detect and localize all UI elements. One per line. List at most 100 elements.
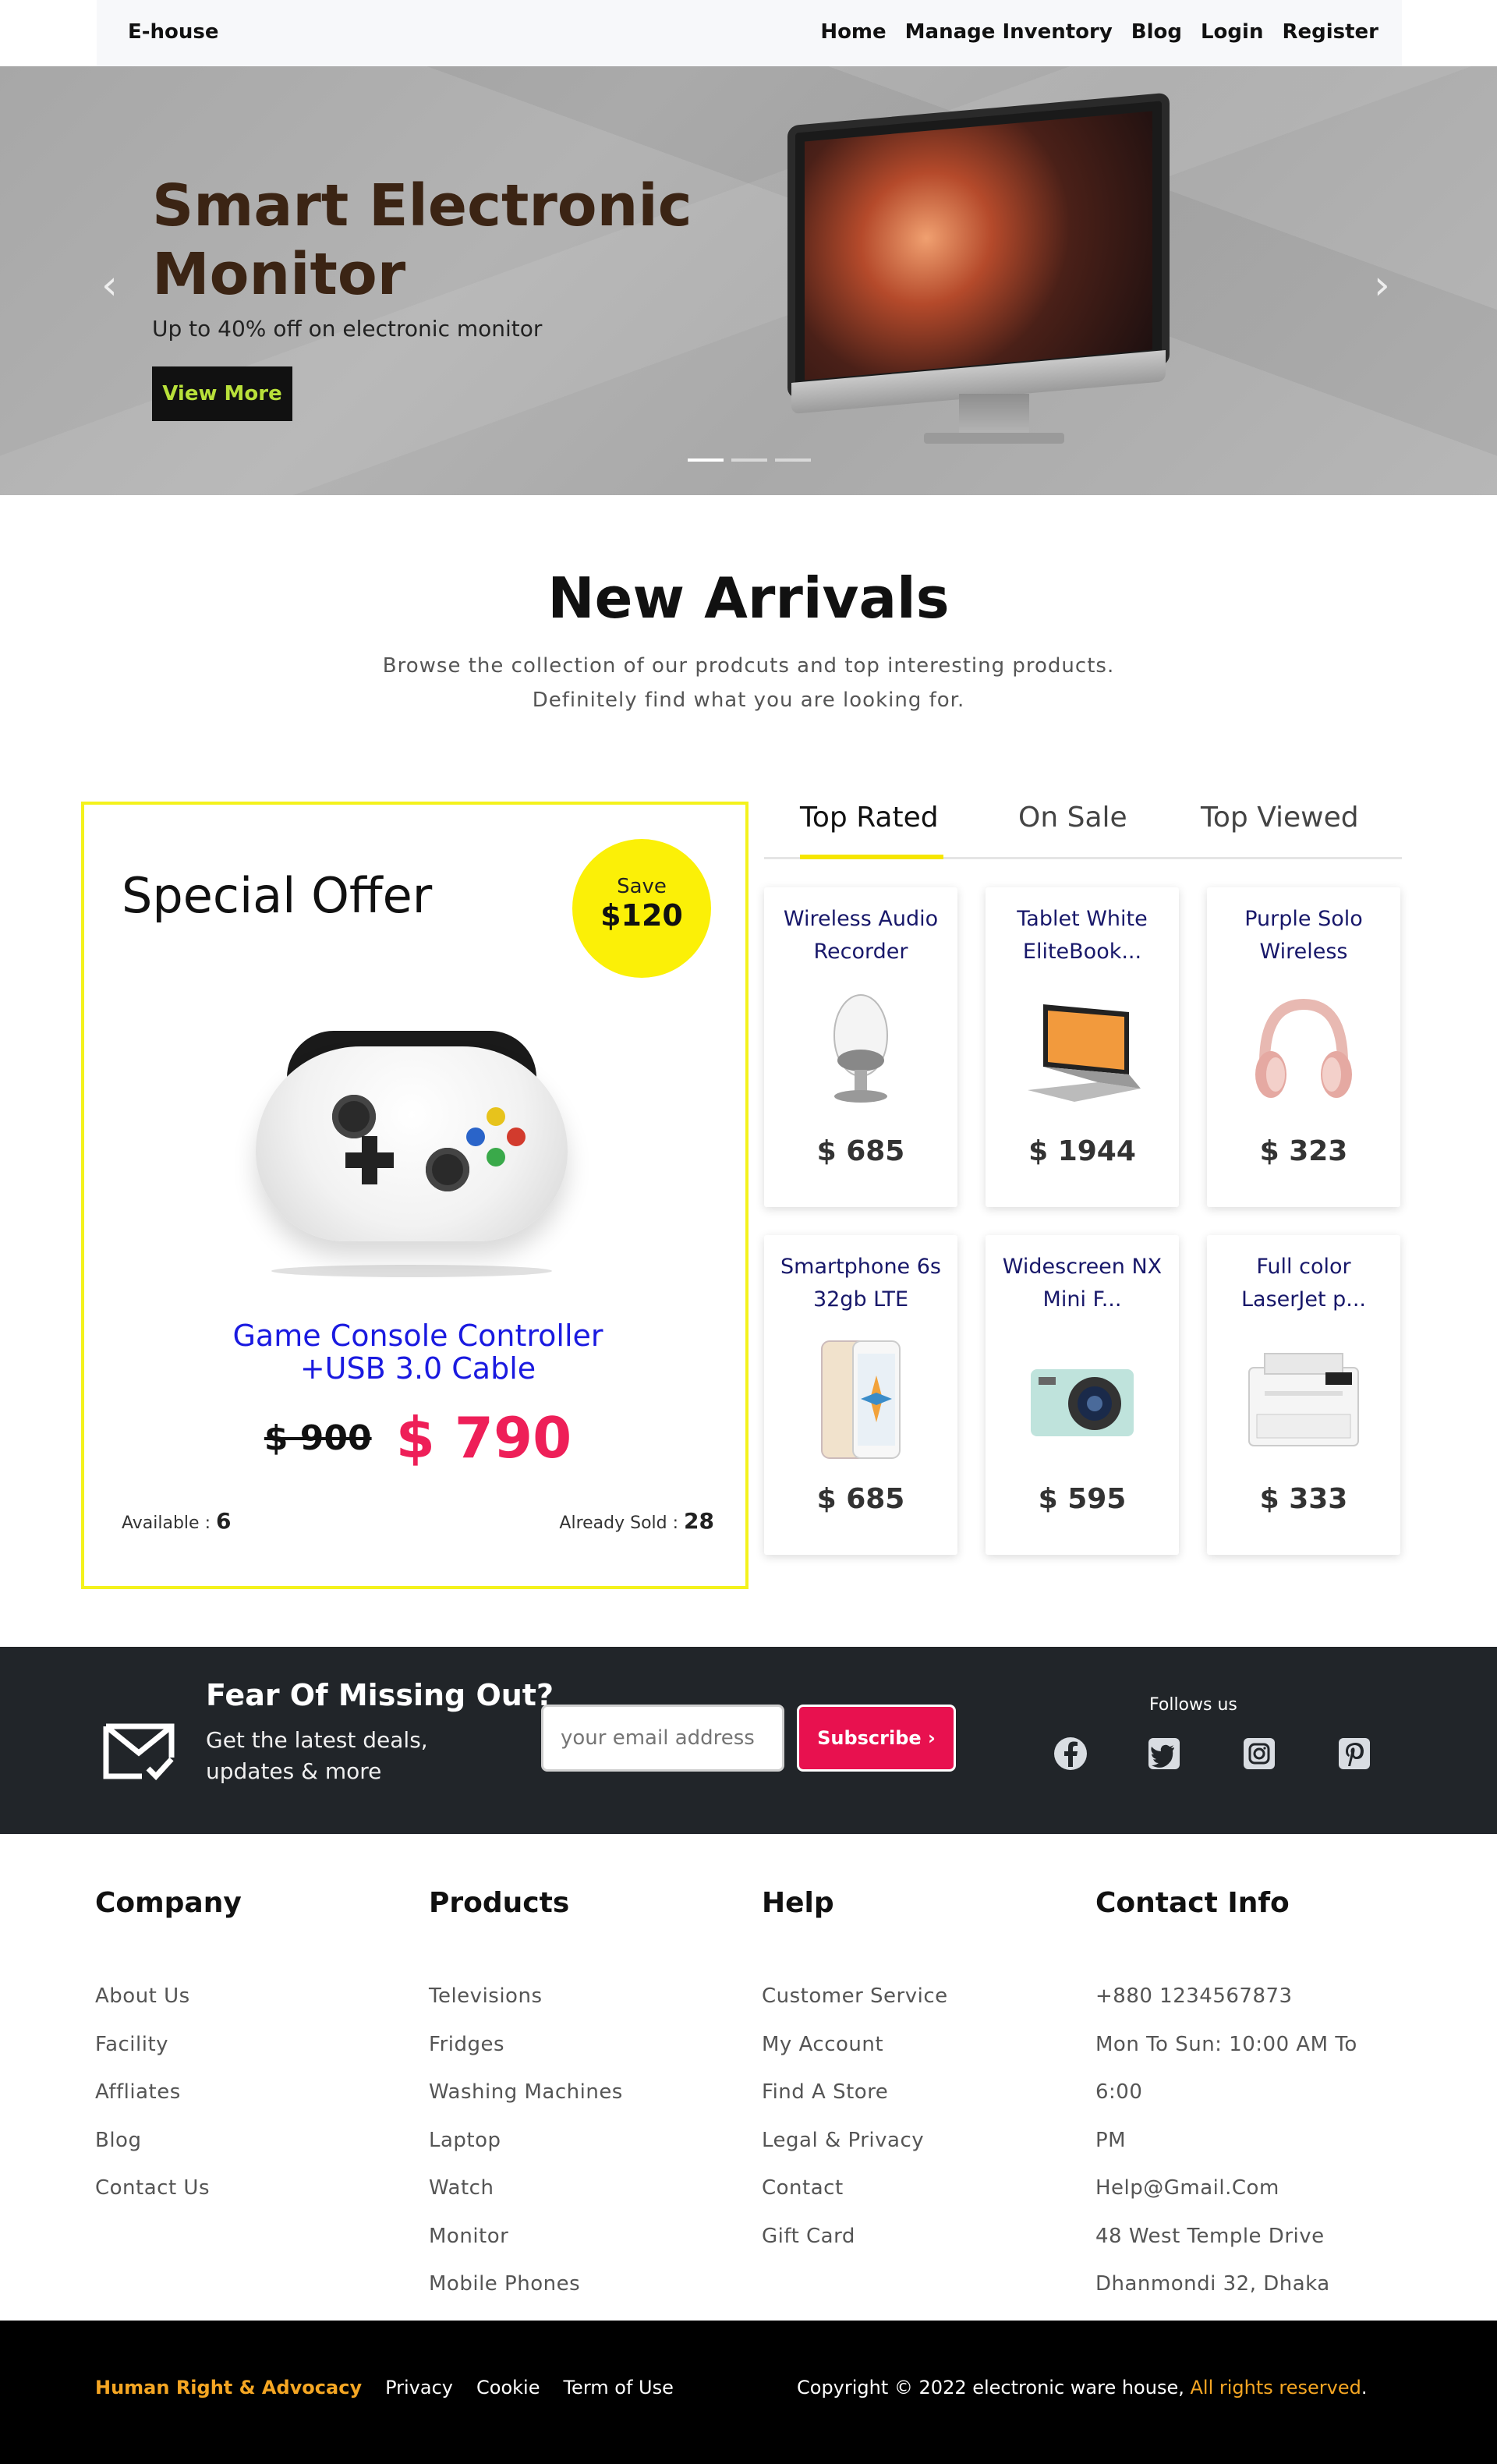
contact-email[interactable]: Help@Gmail.Com xyxy=(1095,2165,1407,2213)
product-title: Widescreen NX Mini F... xyxy=(1002,1255,1163,1312)
pinterest-icon[interactable] xyxy=(1336,1736,1372,1772)
save-badge: Save $120 xyxy=(572,839,711,978)
footer-link[interactable]: My Account xyxy=(762,2021,1074,2069)
carousel-prev-icon[interactable]: ‹ xyxy=(101,265,118,306)
game-controller-image xyxy=(240,1015,583,1280)
privacy-link[interactable]: Privacy xyxy=(385,2377,453,2399)
footer-link[interactable]: Washing Machines xyxy=(429,2069,741,2117)
footer-link[interactable]: Find A Store xyxy=(762,2069,1074,2117)
laptop-image xyxy=(1028,1004,1141,1102)
footer-link[interactable]: Contact Us xyxy=(95,2165,407,2213)
new-arrivals-description: Browse the collection of our prodcuts an… xyxy=(0,649,1497,717)
footer-link[interactable]: Affliates xyxy=(95,2069,407,2117)
email-input[interactable] xyxy=(541,1705,784,1772)
product-tabs: Top Rated On Sale Top Viewed xyxy=(764,795,1402,859)
phone-image xyxy=(821,1340,901,1459)
tab-top-rated[interactable]: Top Rated xyxy=(800,802,939,834)
footer-link[interactable]: Blog xyxy=(95,2117,407,2165)
carousel-next-icon[interactable]: › xyxy=(1374,265,1390,306)
instagram-icon[interactable] xyxy=(1241,1736,1277,1772)
footer-link[interactable]: Fridges xyxy=(429,2021,741,2069)
headphones-image xyxy=(1255,998,1352,1098)
view-more-button[interactable]: View More xyxy=(152,366,292,421)
contact-phone: +880 1234567873 xyxy=(1095,1984,1293,2008)
contact-hours-cont: PM xyxy=(1095,2128,1127,2152)
speaker-image xyxy=(833,994,888,1103)
product-price: $ 1944 xyxy=(1028,1135,1136,1167)
product-name-line-1: Game Console Controller xyxy=(232,1319,603,1353)
footer-company: Company About Us Facility Affliates Blog… xyxy=(95,1887,407,2213)
footer-link[interactable]: About Us xyxy=(95,1973,407,2021)
newsletter-section: Fear Of Missing Out? Get the latest deal… xyxy=(0,1647,1497,1834)
product-title: Tablet White EliteBook... xyxy=(1017,907,1148,964)
nav-home[interactable]: Home xyxy=(820,20,886,44)
legal-links: Human Right & Advocacy Privacy Cookie Te… xyxy=(95,2377,674,2399)
footer-link[interactable]: Contact xyxy=(762,2165,1074,2213)
desc-line-2: Definitely find what you are looking for… xyxy=(532,689,965,712)
subscribe-button[interactable]: Subscribe › xyxy=(797,1705,956,1772)
tab-on-sale[interactable]: On Sale xyxy=(1018,802,1127,834)
footer-link[interactable]: Monitor xyxy=(429,2213,741,2261)
footer-link[interactable]: Facility xyxy=(95,2021,407,2069)
nav-manage-inventory[interactable]: Manage Inventory xyxy=(905,20,1113,44)
footer-link[interactable]: Watch xyxy=(429,2165,741,2213)
special-product-name[interactable]: Game Console Controller +USB 3.0 Cable xyxy=(84,1319,752,1385)
mail-check-icon xyxy=(103,1723,175,1781)
nav-blog[interactable]: Blog xyxy=(1131,20,1182,44)
terms-link[interactable]: Term of Use xyxy=(563,2377,673,2399)
product-card[interactable]: Purple Solo Wireless $ 323 xyxy=(1207,887,1400,1207)
footer-link[interactable]: Customer Service xyxy=(762,1973,1074,2021)
hero-subtitle: Up to 40% off on electronic monitor xyxy=(152,316,543,342)
carousel-indicators xyxy=(688,458,811,462)
footer-link[interactable]: Mobile Phones xyxy=(429,2260,741,2309)
monitor-image xyxy=(787,92,1170,444)
desc-line-1: Browse the collection of our prodcuts an… xyxy=(382,654,1115,678)
brand-logo[interactable]: E-house xyxy=(128,20,219,44)
special-offer-card[interactable]: Special Offer Save $120 Game Console Con… xyxy=(81,802,748,1589)
camera-image xyxy=(1031,1369,1134,1436)
hero-title: Smart Electronic Monitor xyxy=(152,172,692,308)
available-count: Available : 6 xyxy=(122,1508,232,1534)
tab-top-viewed[interactable]: Top Viewed xyxy=(1201,802,1359,834)
product-price: $ 685 xyxy=(816,1483,905,1515)
footer-link[interactable]: Legal & Privacy xyxy=(762,2117,1074,2165)
product-price: $ 595 xyxy=(1038,1483,1127,1515)
footer-link[interactable]: Laptop xyxy=(429,2117,741,2165)
carousel-dot-1[interactable] xyxy=(688,458,724,462)
cookie-link[interactable]: Cookie xyxy=(476,2377,540,2399)
new-price: $ 790 xyxy=(395,1405,572,1471)
old-price: $ 900 xyxy=(264,1418,372,1458)
product-card[interactable]: Wireless Audio Recorder $ 685 xyxy=(764,887,957,1207)
carousel-dot-3[interactable] xyxy=(775,458,811,462)
newsletter-title: Fear Of Missing Out? xyxy=(206,1678,554,1712)
product-price: $ 323 xyxy=(1259,1135,1348,1167)
nav-register[interactable]: Register xyxy=(1282,20,1378,44)
footer-link[interactable]: Gift Card xyxy=(762,2213,1074,2261)
footer-contact-title: Contact Info xyxy=(1095,1887,1290,1919)
human-rights-link[interactable]: Human Right & Advocacy xyxy=(95,2377,362,2399)
stock-row: Available : 6 Already Sold : 28 xyxy=(122,1508,714,1534)
footer-help-title: Help xyxy=(762,1887,834,1919)
product-title: Wireless Audio Recorder xyxy=(783,907,939,964)
footer-link[interactable]: Televisions xyxy=(429,1973,741,2021)
printer-image xyxy=(1248,1353,1359,1446)
product-name-line-2: +USB 3.0 Cable xyxy=(299,1351,536,1386)
newsletter-subtitle: Get the latest deals, updates & more xyxy=(206,1727,428,1784)
product-title: Purple Solo Wireless xyxy=(1244,907,1363,964)
active-tab-underline xyxy=(800,855,943,859)
twitter-icon[interactable] xyxy=(1146,1736,1182,1772)
follow-us-label: Follows us xyxy=(1149,1695,1237,1715)
product-card[interactable]: Smartphone 6s 32gb LTE $ 685 xyxy=(764,1235,957,1555)
product-price: $ 685 xyxy=(816,1135,905,1167)
product-card[interactable]: Widescreen NX Mini F... $ 595 xyxy=(986,1235,1179,1555)
facebook-icon[interactable] xyxy=(1053,1736,1088,1772)
product-card[interactable]: Full color LaserJet p... $ 333 xyxy=(1207,1235,1400,1555)
hero-carousel: Smart Electronic Monitor Up to 40% off o… xyxy=(0,66,1497,495)
new-arrivals-title: New Arrivals xyxy=(547,565,950,631)
footer-products-title: Products xyxy=(429,1887,570,1919)
nav-login[interactable]: Login xyxy=(1201,20,1263,44)
carousel-dot-2[interactable] xyxy=(731,458,767,462)
product-card[interactable]: Tablet White EliteBook... $ 1944 xyxy=(986,887,1179,1207)
product-title: Full color LaserJet p... xyxy=(1241,1255,1366,1312)
special-offer-title: Special Offer xyxy=(122,867,433,924)
